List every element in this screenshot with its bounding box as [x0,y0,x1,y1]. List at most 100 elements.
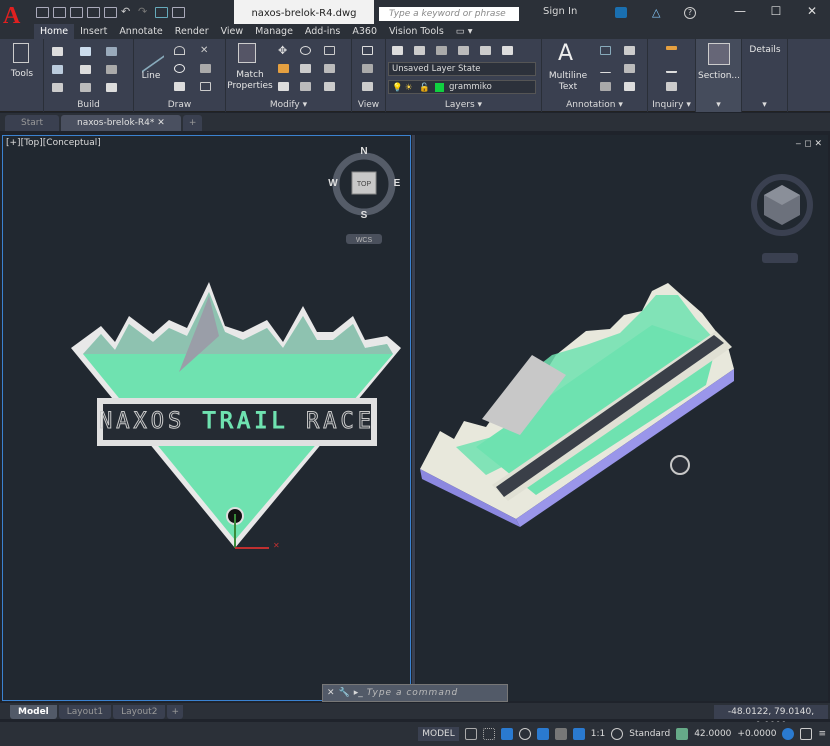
layer-isolate-icon[interactable] [436,46,447,55]
multiline-text-button[interactable]: Multiline Text [542,71,594,93]
tab-view[interactable]: View [215,24,250,39]
customize-command-icon[interactable]: 🔧 [339,688,350,698]
ortho-icon[interactable] [500,728,513,740]
lineweight-icon[interactable] [554,728,567,740]
annotation-style[interactable]: Standard [629,727,670,741]
grid-icon[interactable] [464,728,477,740]
workspace-icon[interactable] [676,728,689,740]
tab-insert[interactable]: Insert [74,24,113,39]
customize-menu-icon[interactable]: ≡ [818,727,826,741]
new-icon[interactable] [36,7,49,18]
exchange-icon[interactable] [615,7,627,18]
leader-icon[interactable] [600,64,611,73]
offset-icon[interactable] [324,82,335,91]
arc-icon[interactable] [174,46,185,55]
snap-icon[interactable] [482,728,495,740]
viewcube[interactable]: TOP N S E W WCS [328,146,401,244]
layer-match-icon[interactable] [502,46,513,55]
union-icon[interactable] [52,65,63,74]
viewport-iso[interactable]: ‒ ◻ ✕ [416,135,828,701]
dimension-icon[interactable] [600,46,611,55]
layers-label[interactable]: Layers ▾ [386,100,541,110]
settings-icon[interactable] [611,728,624,740]
layout-tab-model[interactable]: Model [10,705,57,719]
measure-icon[interactable] [666,46,677,50]
intersect-icon[interactable] [106,65,117,74]
sign-in-button[interactable]: Sign In [543,6,577,17]
close-tab-icon[interactable]: ✕ [157,118,165,128]
command-line[interactable]: ✕ 🔧 ▸_ Type a command [322,684,508,702]
mirror-icon[interactable] [300,64,311,73]
details-dropdown-icon[interactable]: ▾ [742,100,787,110]
area-icon[interactable] [666,64,677,73]
search-input[interactable]: Type a keyword or phrase [379,7,519,21]
section-dropdown-icon[interactable]: ▾ [696,100,741,110]
tab-a360[interactable]: A360 [346,24,383,39]
visual-style-icon[interactable] [362,64,373,73]
print-icon[interactable] [104,7,117,18]
details-button[interactable]: Details [742,45,788,56]
match-properties-icon[interactable] [238,43,256,63]
new-tab-button[interactable]: + [182,115,203,131]
section-icon[interactable] [708,43,730,65]
section-button[interactable]: Section... [696,71,742,82]
table-style-icon[interactable] [624,82,635,91]
offset-value[interactable]: +0.0000 [737,727,776,741]
ribbon-toggle-icon[interactable]: ▭ ▾ [450,24,479,39]
tab-annotate[interactable]: Annotate [113,24,168,39]
open-icon[interactable] [53,7,66,18]
stretch-icon[interactable] [324,64,335,73]
redo-icon[interactable]: ↷ [138,6,151,18]
layout-tab-layout2[interactable]: Layout2 [113,705,166,719]
help-icon[interactable]: ? [684,7,696,19]
inquiry-label[interactable]: Inquiry ▾ [648,100,695,110]
save-as-icon[interactable] [87,7,100,18]
undo-icon[interactable]: ↶ [121,6,134,18]
fillet-icon[interactable] [278,64,289,73]
file-tab-start[interactable]: Start [5,115,59,131]
trim-icon[interactable]: ✕ [200,46,211,56]
command-input[interactable]: Type a command [367,688,458,698]
keychain-logo-2d[interactable]: NAXOS TRAIL RACE [71,282,401,548]
subtract-icon[interactable] [80,65,91,74]
circle-icon[interactable] [174,64,185,73]
layer-off-icon[interactable] [414,46,425,55]
autodesk-icon[interactable]: △ [652,6,660,19]
wcs-menu[interactable]: WCS [356,237,373,244]
annotation-label[interactable]: Annotation ▾ [542,100,647,110]
tab-vision-tools[interactable]: Vision Tools [383,24,450,39]
tab-add-ins[interactable]: Add-ins [299,24,346,39]
view-manager-icon[interactable] [362,46,373,55]
ellipse-icon[interactable] [200,64,211,73]
move-icon[interactable]: ✥ [278,45,289,56]
layer-lock-icon[interactable] [480,46,491,55]
tab-manage[interactable]: Manage [249,24,299,39]
list-icon[interactable] [666,82,677,91]
viewport-top[interactable]: [+][Top][Conceptual] TOP N S E W WCS NAX… [2,135,411,701]
copy-icon[interactable] [324,46,335,55]
layer-freeze-icon[interactable] [458,46,469,55]
close-button[interactable]: ✕ [794,0,830,22]
scale-value[interactable]: 1:1 [591,727,605,741]
command-prompt-icon[interactable]: ▸_ [354,688,363,698]
layer-dropdown[interactable]: 💡 ☀ 🔓 grammiko [388,80,536,94]
customize-icon[interactable] [172,7,185,18]
tools-icon[interactable] [13,43,29,63]
extrude-icon[interactable] [80,47,91,56]
scale-icon[interactable] [278,82,289,91]
annotation-scale-icon[interactable] [572,728,585,740]
polar-icon[interactable] [518,728,531,740]
match-properties-button[interactable]: Match Properties [226,70,274,92]
line-button[interactable]: Line [134,71,168,82]
layer-properties-icon[interactable] [392,46,403,55]
layer-state-dropdown[interactable]: Unsaved Layer State [388,62,536,76]
tab-render[interactable]: Render [169,24,215,39]
sweep-icon[interactable] [52,83,63,92]
line-icon[interactable] [142,37,164,73]
share-icon[interactable] [155,7,168,18]
tools-button[interactable]: Tools [0,69,44,80]
box-icon[interactable] [52,47,63,56]
markup-icon[interactable] [624,64,635,73]
add-layout-icon[interactable]: + [167,705,183,719]
array-icon[interactable] [300,82,311,91]
